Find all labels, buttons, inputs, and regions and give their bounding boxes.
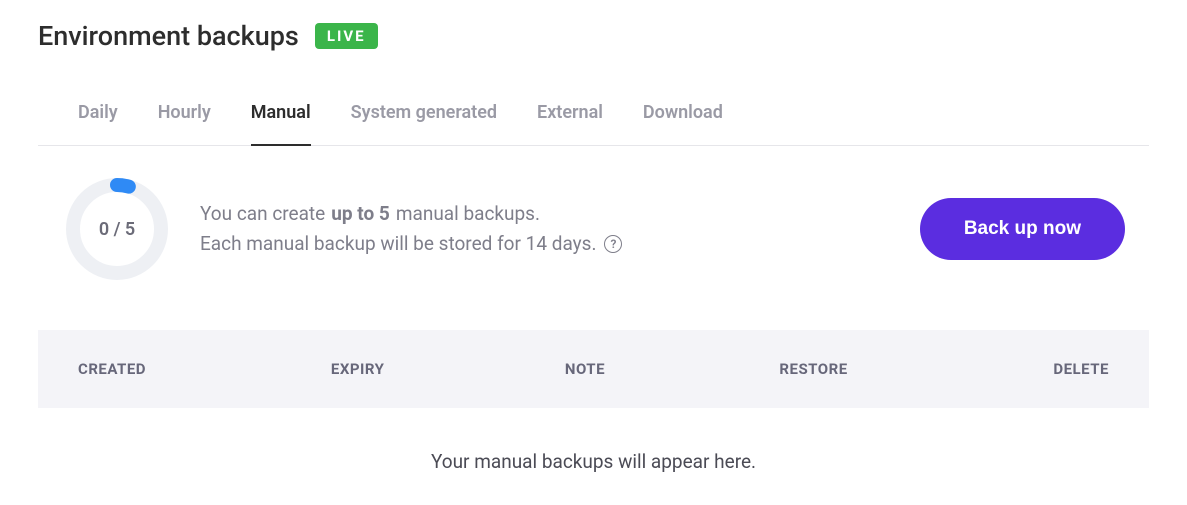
- info-line1c: manual backups.: [396, 199, 540, 229]
- info-line1a: You can create: [200, 199, 325, 229]
- col-restore: RESTORE: [739, 360, 934, 378]
- status-badge: LIVE: [315, 23, 378, 49]
- tab-download[interactable]: Download: [643, 102, 723, 145]
- page-header: Environment backups LIVE: [38, 20, 1149, 52]
- backup-now-button[interactable]: Back up now: [920, 198, 1125, 260]
- col-note: NOTE: [545, 360, 740, 378]
- help-icon[interactable]: ?: [604, 235, 622, 253]
- col-created: CREATED: [78, 360, 331, 378]
- empty-state-message: Your manual backups will appear here.: [38, 408, 1149, 493]
- table-header-row: CREATED EXPIRY NOTE RESTORE DELETE: [38, 330, 1149, 408]
- usage-gauge: 0 / 5: [62, 174, 172, 284]
- col-expiry: EXPIRY: [331, 360, 545, 378]
- gauge-label: 0 / 5: [62, 174, 172, 284]
- tab-manual[interactable]: Manual: [251, 102, 311, 145]
- info-row: 0 / 5 You can create up to 5 manual back…: [38, 146, 1149, 294]
- tab-external[interactable]: External: [537, 102, 603, 145]
- page-title: Environment backups: [38, 20, 299, 52]
- tab-hourly[interactable]: Hourly: [158, 102, 211, 145]
- info-line1b: up to 5: [331, 199, 390, 229]
- tabs: Daily Hourly Manual System generated Ext…: [38, 102, 1149, 146]
- col-delete: DELETE: [934, 360, 1109, 378]
- info-line2: Each manual backup will be stored for 14…: [200, 229, 596, 259]
- info-text: You can create up to 5 manual backups. E…: [200, 199, 892, 260]
- tab-system-generated[interactable]: System generated: [351, 102, 497, 145]
- backups-table: CREATED EXPIRY NOTE RESTORE DELETE Your …: [38, 330, 1149, 493]
- tab-daily[interactable]: Daily: [78, 102, 118, 145]
